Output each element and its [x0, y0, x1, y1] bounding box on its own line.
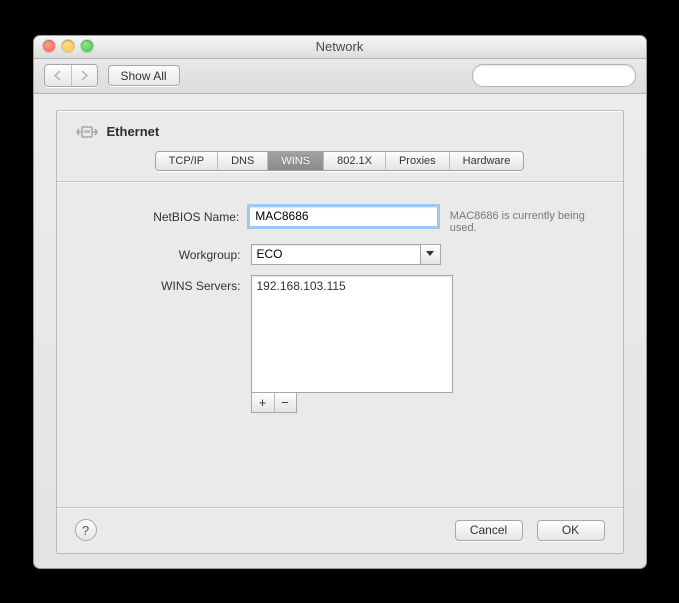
window-controls	[43, 40, 93, 52]
tab-8021x[interactable]: 802.1X	[323, 152, 385, 170]
window-title: Network	[316, 39, 364, 54]
back-button[interactable]	[45, 65, 71, 86]
wins-server-item[interactable]: 192.168.103.115	[257, 279, 447, 293]
advanced-sheet: Ethernet TCP/IP DNS WINS 802.1X Proxies …	[56, 110, 624, 554]
cancel-button[interactable]: Cancel	[455, 520, 523, 541]
nav-segment	[44, 64, 98, 87]
workgroup-dropdown-button[interactable]	[420, 244, 441, 265]
add-wins-button[interactable]: +	[252, 393, 274, 412]
tab-bar: TCP/IP DNS WINS 802.1X Proxies Hardware	[57, 151, 623, 171]
tab-wins[interactable]: WINS	[267, 152, 323, 170]
close-icon[interactable]	[43, 40, 55, 52]
ethernet-icon	[75, 123, 99, 141]
sheet-header: Ethernet	[57, 111, 623, 147]
tab-dns[interactable]: DNS	[217, 152, 267, 170]
tab-tcpip[interactable]: TCP/IP	[156, 152, 217, 170]
show-all-button[interactable]: Show All	[108, 65, 180, 86]
zoom-icon[interactable]	[81, 40, 93, 52]
forward-button[interactable]	[71, 65, 97, 86]
tab-proxies[interactable]: Proxies	[385, 152, 449, 170]
wins-form: NetBIOS Name: MAC8686 is currently being…	[57, 182, 623, 497]
minimize-icon[interactable]	[62, 40, 74, 52]
workgroup-label: Workgroup:	[81, 244, 251, 262]
chevron-left-icon	[54, 71, 62, 80]
help-button[interactable]: ?	[75, 519, 97, 541]
workgroup-combo[interactable]	[251, 244, 441, 265]
tab-hardware[interactable]: Hardware	[449, 152, 524, 170]
search-input[interactable]	[483, 69, 629, 83]
netbios-hint: MAC8686 is currently being used.	[438, 206, 599, 234]
titlebar: Network	[34, 36, 646, 59]
toolbar: Show All	[34, 59, 646, 94]
netbios-label: NetBIOS Name:	[81, 206, 250, 224]
network-prefs-window: Network Show All Location: Status: Conne…	[33, 35, 647, 569]
workgroup-input[interactable]	[251, 244, 420, 265]
sheet-footer: ? Cancel OK	[57, 508, 623, 553]
wins-label: WINS Servers:	[81, 275, 251, 293]
interface-name: Ethernet	[107, 124, 160, 139]
add-remove-segment: + −	[251, 392, 297, 413]
chevron-down-icon	[426, 251, 434, 257]
wins-servers-list[interactable]: 192.168.103.115	[251, 275, 453, 393]
ok-button[interactable]: OK	[537, 520, 605, 541]
remove-wins-button[interactable]: −	[274, 393, 296, 412]
search-field[interactable]	[472, 64, 636, 87]
chevron-right-icon	[80, 71, 88, 80]
netbios-input[interactable]	[249, 206, 437, 227]
